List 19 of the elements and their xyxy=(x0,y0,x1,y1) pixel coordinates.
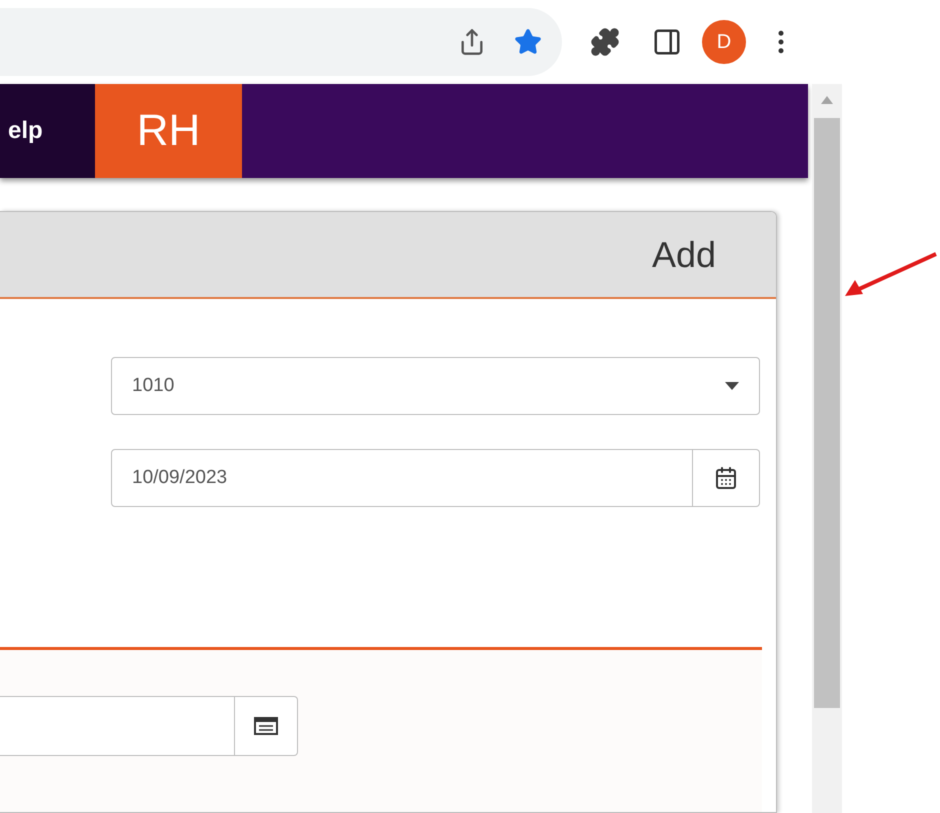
lookup-button[interactable] xyxy=(235,696,298,756)
select-field[interactable]: 1010 xyxy=(111,357,760,415)
bookmark-star-icon[interactable] xyxy=(514,28,542,56)
calendar-icon xyxy=(714,466,738,490)
select-value: 1010 xyxy=(132,374,176,398)
caret-icon xyxy=(725,382,739,390)
nav-link[interactable]: RH xyxy=(95,84,242,178)
profile-avatar[interactable]: D xyxy=(702,20,746,64)
nav-link[interactable]: elp xyxy=(0,84,95,178)
scrollbar[interactable] xyxy=(812,84,842,813)
card-title: Add xyxy=(652,232,716,276)
date-value: 10/09/2023 xyxy=(132,466,228,490)
extensions-icon[interactable] xyxy=(590,27,620,57)
calendar-button[interactable] xyxy=(693,449,760,507)
lookup-input[interactable] xyxy=(0,696,235,756)
date-input[interactable]: 10/09/2023 xyxy=(111,449,693,507)
side-panel-icon[interactable] xyxy=(652,27,682,57)
list-window-icon xyxy=(254,717,278,735)
scrollbar-thumb[interactable] xyxy=(814,118,840,708)
